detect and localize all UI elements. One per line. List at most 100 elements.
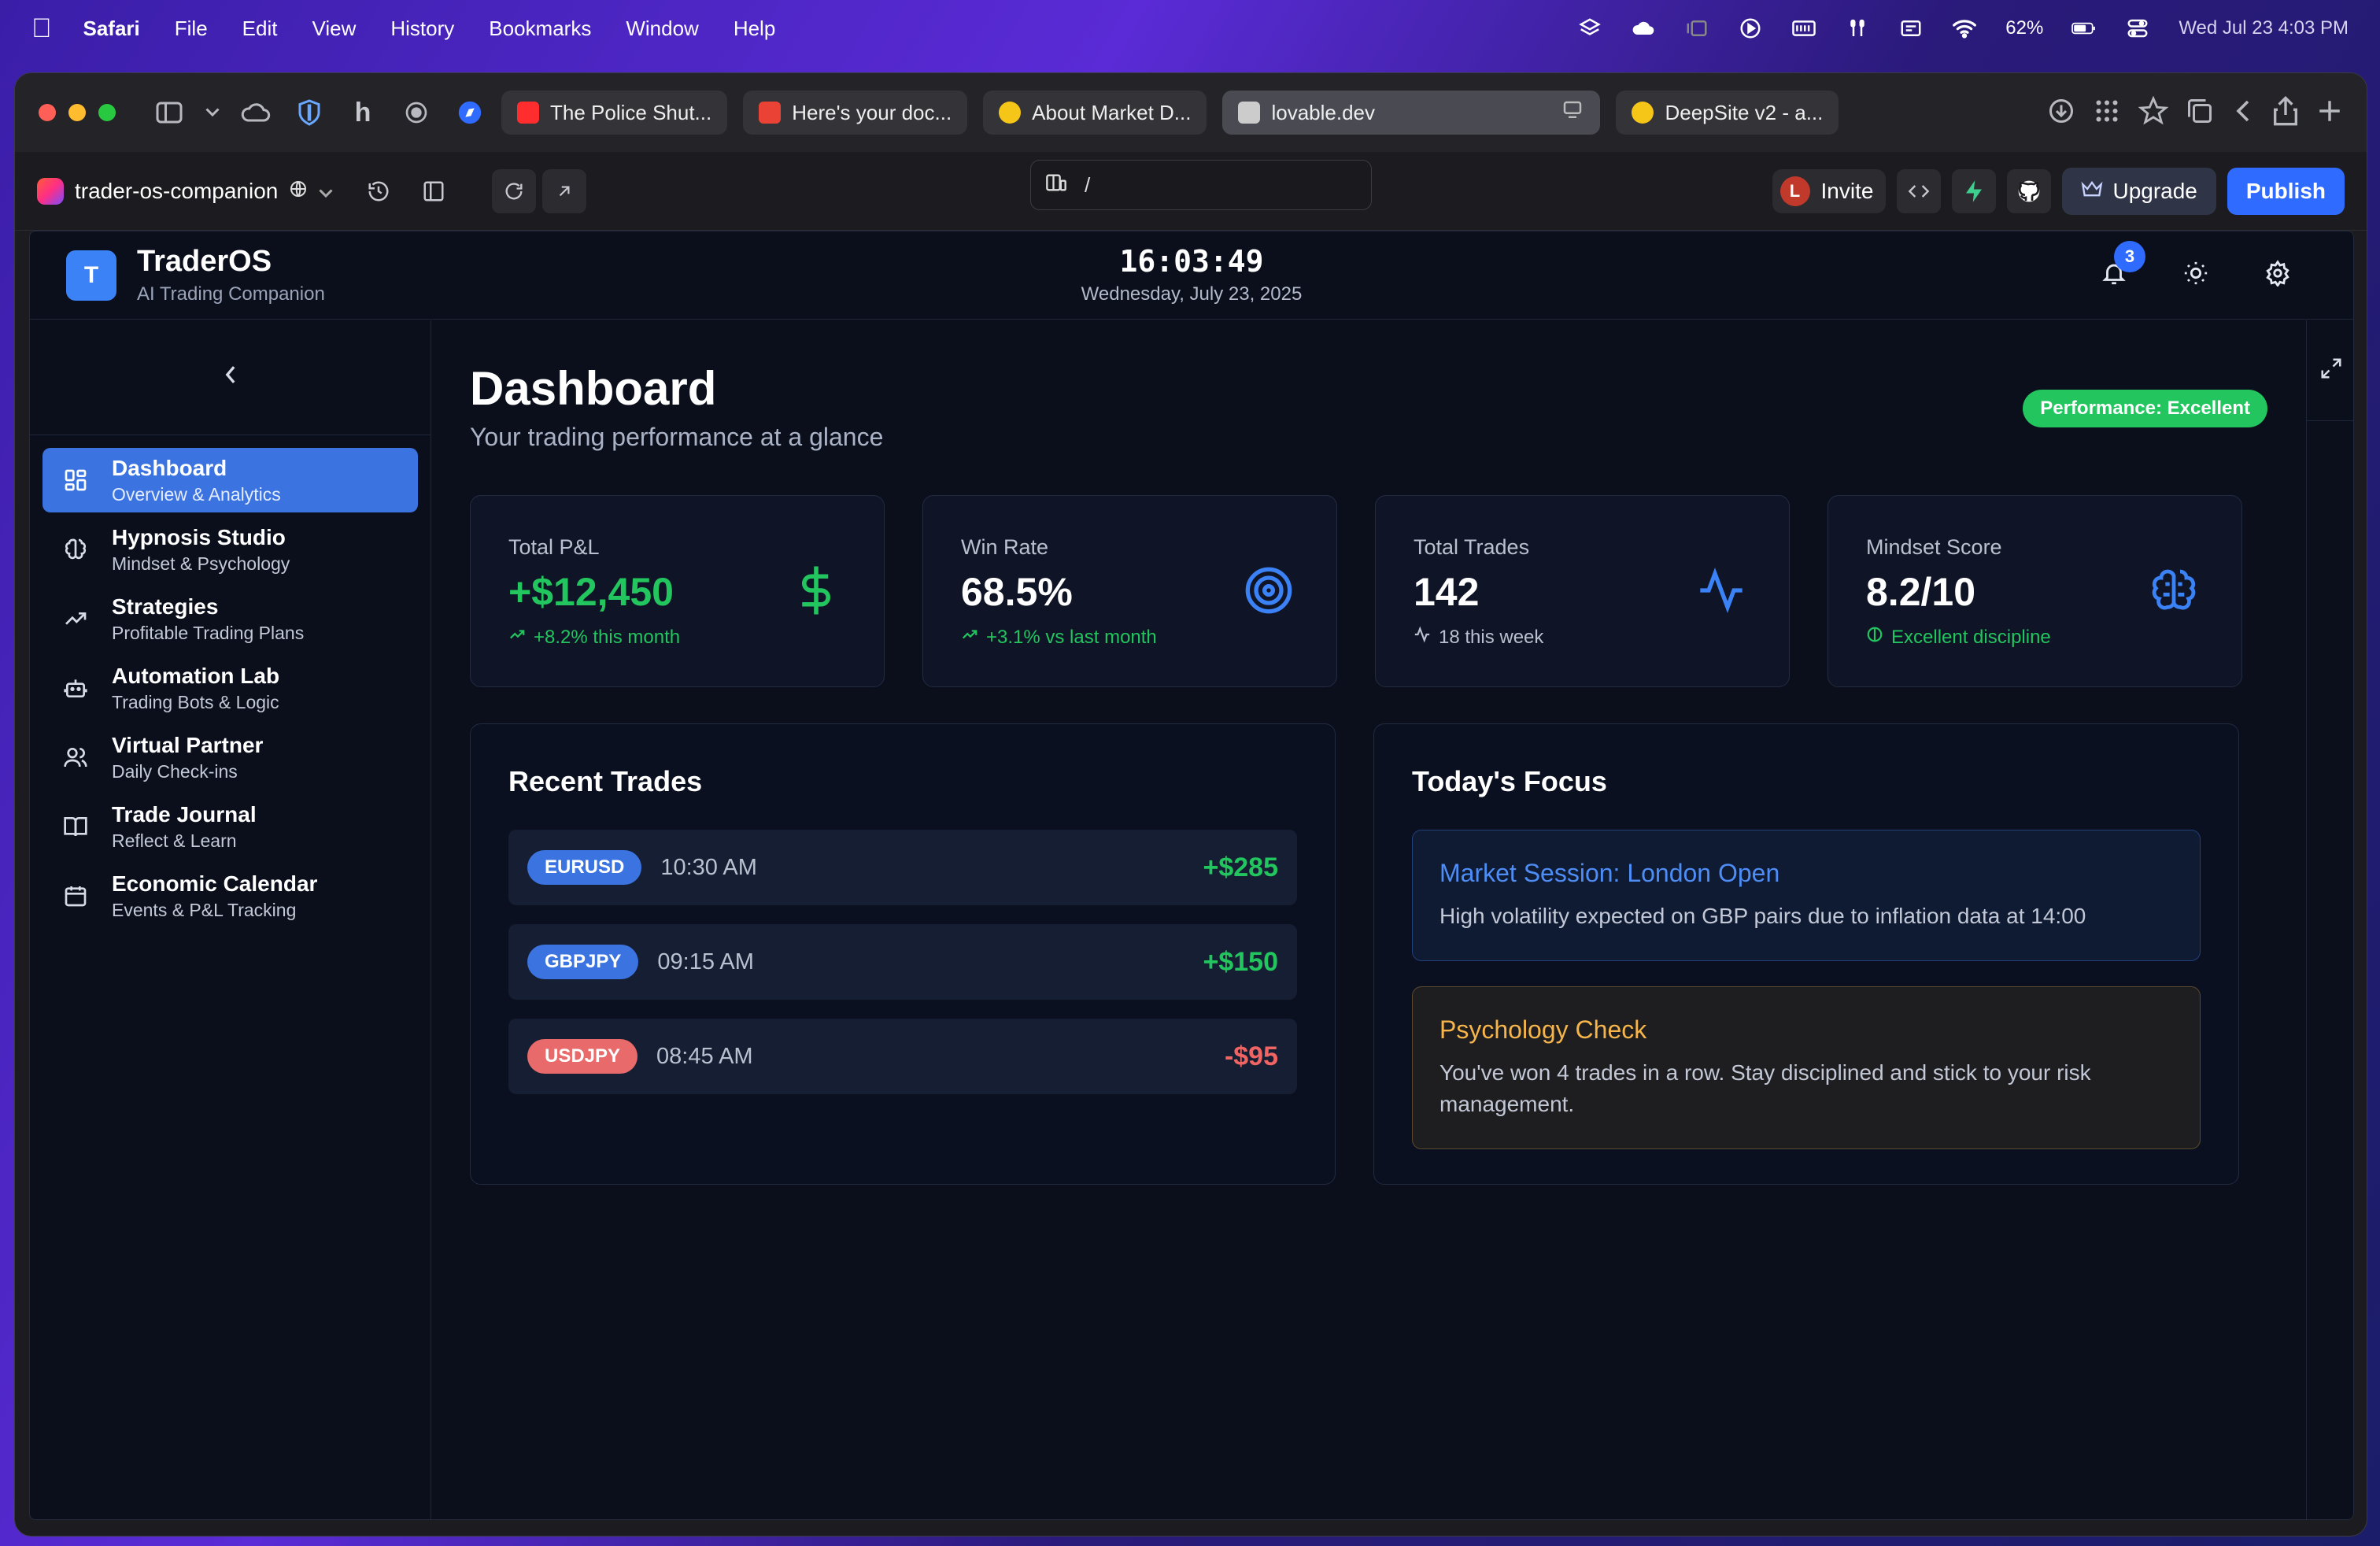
focus-item-description: You've won 4 trades in a row. Stay disci… [1439,1060,2091,1116]
record-extension-icon[interactable] [394,91,438,135]
users-icon [61,743,90,771]
menubar-clock[interactable]: Wed Jul 23 4:03 PM [2179,17,2349,39]
recent-trades-panel: Recent Trades EURUSD 10:30 AM +$285 GBPJ… [470,723,1336,1185]
globe-icon [289,179,308,204]
download-icon[interactable] [2047,97,2075,129]
app-sidebar: Dashboard Overview & Analytics Hypnosis S… [30,320,431,1519]
recent-trades-title: Recent Trades [508,765,703,797]
sidebar-item-dashboard[interactable]: Dashboard Overview & Analytics [42,448,418,512]
settings-button[interactable] [2257,255,2298,296]
browser-tab-active[interactable]: lovable.dev [1222,91,1601,135]
sidebar-item-subtitle: Events & P&L Tracking [112,899,297,920]
sidebar-item-economic-calendar[interactable]: Economic Calendar Events & P&L Tracking [42,864,418,928]
publish-button[interactable]: Publish [2227,167,2345,215]
sidebar-item-strategies[interactable]: Strategies Profitable Trading Plans [42,586,418,651]
trade-row[interactable]: USDJPY 08:45 AM -$95 [508,1019,1297,1094]
trending-up-icon [508,626,526,649]
compass-extension-icon[interactable] [448,91,492,135]
play-icon[interactable] [1738,17,1763,39]
bitwarden-shield-icon[interactable] [287,91,331,135]
trade-row[interactable]: GBPJPY 09:15 AM +$150 [508,924,1297,1000]
keyboard-icon[interactable] [1791,17,1816,39]
reader-icon[interactable] [1561,99,1584,127]
honey-extension-icon[interactable]: h [341,91,385,135]
page-subtitle: Your trading performance at a glance [470,423,884,451]
menu-file[interactable]: File [175,17,208,41]
invite-label: Invite [1820,178,1874,203]
open-external-icon[interactable] [542,168,587,213]
airpods-icon[interactable] [1845,17,1870,39]
menu-app-name[interactable]: Safari [83,17,140,41]
project-selector[interactable]: trader-os-companion [37,177,333,205]
chevron-down-icon [319,179,333,204]
gear-icon [2264,260,2291,290]
panel-toggle-icon[interactable] [412,169,456,213]
stage-manager-icon[interactable] [1684,17,1709,39]
sidebar-item-trade-journal[interactable]: Trade Journal Reflect & Learn [42,794,418,859]
menu-bookmarks[interactable]: Bookmarks [489,17,591,41]
trade-time: 09:15 AM [657,949,754,975]
invite-button[interactable]: L Invite [1772,168,1887,213]
crown-icon [2081,179,2103,204]
chevron-down-icon[interactable] [201,91,224,135]
brain-icon [61,535,90,564]
focus-item-description: High volatility expected on GBP pairs du… [1439,904,2086,928]
todays-focus-panel: Today's Focus Market Session: London Ope… [1373,723,2239,1185]
theme-toggle-button[interactable] [2175,255,2216,296]
icloud-tabs-icon[interactable] [234,91,278,135]
cloud-icon[interactable] [1631,17,1656,39]
sidebar-item-title: Economic Calendar [112,871,318,896]
preview-url-bar[interactable]: / [1030,160,1372,210]
zoom-window-button[interactable] [98,104,116,121]
device-toggle-icon[interactable] [1045,172,1067,198]
sidebar-item-hypnosis-studio[interactable]: Hypnosis Studio Mindset & Psychology [42,517,418,582]
menu-help[interactable]: Help [734,17,775,41]
layers-icon[interactable] [1577,17,1602,39]
tab-label: About Market D... [1032,100,1192,124]
history-icon[interactable] [357,169,401,213]
brand[interactable]: T TraderOS AI Trading Companion [66,245,325,305]
trade-row[interactable]: EURUSD 10:30 AM +$285 [508,830,1297,905]
grid-apps-icon[interactable] [2093,97,2121,129]
brand-subtitle: AI Trading Companion [137,283,325,305]
supabase-icon[interactable] [1952,168,1997,213]
fullscreen-button[interactable] [2307,320,2353,421]
minimize-window-button[interactable] [68,104,86,121]
stat-footnote-text: +8.2% this month [534,626,681,648]
close-window-button[interactable] [39,104,56,121]
activity-icon [1414,626,1431,649]
github-icon[interactable] [2007,168,2052,213]
smiley-icon [999,102,1022,124]
brain-icon [1866,626,1883,649]
tabs-overview-icon[interactable] [2186,97,2214,129]
sidebar-toggle-icon[interactable] [147,91,191,135]
code-icon[interactable] [1897,168,1942,213]
sidebar-item-virtual-partner[interactable]: Virtual Partner Daily Check-ins [42,725,418,790]
menu-view[interactable]: View [312,17,356,41]
apple-icon[interactable]:  [31,13,52,44]
trending-up-icon [961,626,978,649]
menu-window[interactable]: Window [626,17,698,41]
browser-tab[interactable]: About Market D... [983,91,1207,135]
browser-tab[interactable]: DeepSite v2 - a... [1616,91,1839,135]
upgrade-button[interactable]: Upgrade [2062,167,2216,215]
menu-history[interactable]: History [390,17,454,41]
share-icon[interactable] [2272,95,2299,131]
back-icon[interactable] [2231,97,2255,129]
notifications-button[interactable]: 3 [2094,240,2145,296]
new-tab-icon[interactable] [2316,98,2343,128]
menu-edit[interactable]: Edit [242,17,278,41]
collapse-sidebar-button[interactable] [30,320,431,435]
control-center-icon[interactable] [2125,17,2150,39]
browser-tab[interactable]: The Police Shut... [501,91,728,135]
wifi-icon[interactable] [1952,17,1977,39]
battery-icon[interactable] [2071,17,2097,39]
lovable-logo-icon [37,177,64,205]
project-name: trader-os-companion [75,178,279,203]
display-icon[interactable] [1898,17,1924,39]
refresh-icon[interactable] [492,168,537,213]
sidebar-item-subtitle: Mindset & Psychology [112,553,290,574]
star-icon[interactable] [2138,95,2169,130]
browser-tab[interactable]: Here's your doc... [743,91,968,135]
sidebar-item-automation-lab[interactable]: Automation Lab Trading Bots & Logic [42,656,418,720]
